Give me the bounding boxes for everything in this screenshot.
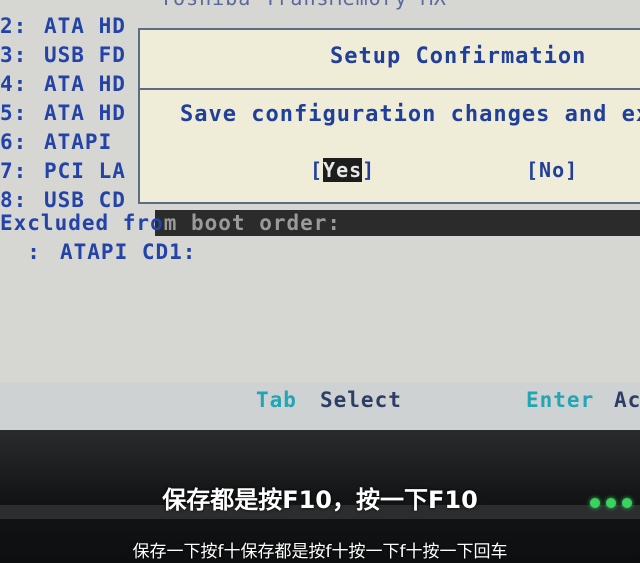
subtitle-main: 保存都是按F10，按一下F10 <box>162 486 478 514</box>
boot-item-label: USB CD <box>44 188 126 212</box>
yes-button[interactable]: [Yes] <box>310 158 375 182</box>
excluded-item-index-text: : <box>27 240 41 264</box>
boot-item-index: 3: <box>0 43 28 67</box>
boot-item-3[interactable]: 3: USB FD <box>0 43 126 69</box>
boot-item-label: ATA HD <box>44 14 126 38</box>
boot-item-index: 4: <box>0 72 28 96</box>
enter-key-description: Ac <box>614 388 640 412</box>
boot-item-7[interactable]: 7: PCI LA <box>0 159 126 185</box>
dialog-title: Setup Confirmation <box>330 44 587 69</box>
boot-item-label: PCI LA <box>44 159 126 183</box>
boot-item-index: 6: <box>0 130 28 154</box>
tab-key: Tab <box>256 388 297 412</box>
boot-device-header: Toshiba TransMemory-MX <box>160 0 447 10</box>
subtitle-small: 保存一下按f十保存都是按f十按一下f十按一下回车 <box>132 542 508 562</box>
boot-item-label: USB FD <box>44 43 126 67</box>
excluded-item[interactable]: : ATAPI CD1: <box>0 240 196 264</box>
yes-label: Yes <box>323 158 363 182</box>
excluded-header-prefix: Excluded fro <box>0 211 164 235</box>
yes-bracket-close: ] <box>362 158 376 182</box>
enter-key: Enter <box>526 388 595 412</box>
photo-frame: Toshiba TransMemory-MX 2: ATA HD 3: USB FD… <box>0 0 640 563</box>
boot-item-4[interactable]: 4: ATA HD <box>0 72 126 98</box>
boot-item-6[interactable]: 6: ATAPI <box>0 130 112 156</box>
excluded-header-rest: m boot order: <box>163 211 342 235</box>
boot-item-2[interactable]: 2: ATA HD <box>0 14 126 40</box>
setup-confirmation-dialog: Setup Confirmation Save configuration ch… <box>138 28 640 204</box>
tab-key-description: Select <box>320 388 402 412</box>
excluded-item-index: : <box>0 240 60 264</box>
boot-item-5[interactable]: 5: ATA HD <box>0 101 126 127</box>
excluded-item-label: ATAPI CD1: <box>60 240 197 264</box>
yes-bracket-open: [ <box>310 158 324 182</box>
dialog-divider <box>140 88 640 90</box>
boot-item-index: 2: <box>0 14 28 38</box>
bios-screen: Toshiba TransMemory-MX 2: ATA HD 3: USB FD… <box>0 0 640 390</box>
boot-item-index: 7: <box>0 159 28 183</box>
boot-item-label: ATA HD <box>44 101 126 125</box>
dialog-message: Save configuration changes and exi <box>180 102 640 127</box>
excluded-header: Excluded from boot order: <box>0 211 341 235</box>
boot-item-label: ATA HD <box>44 72 126 96</box>
boot-item-label: ATAPI <box>44 130 113 154</box>
no-button[interactable]: [No] <box>526 158 578 182</box>
key-help-bar: Tab Select Enter Ac <box>0 382 640 430</box>
boot-item-index: 8: <box>0 188 28 212</box>
boot-item-index: 5: <box>0 101 28 125</box>
